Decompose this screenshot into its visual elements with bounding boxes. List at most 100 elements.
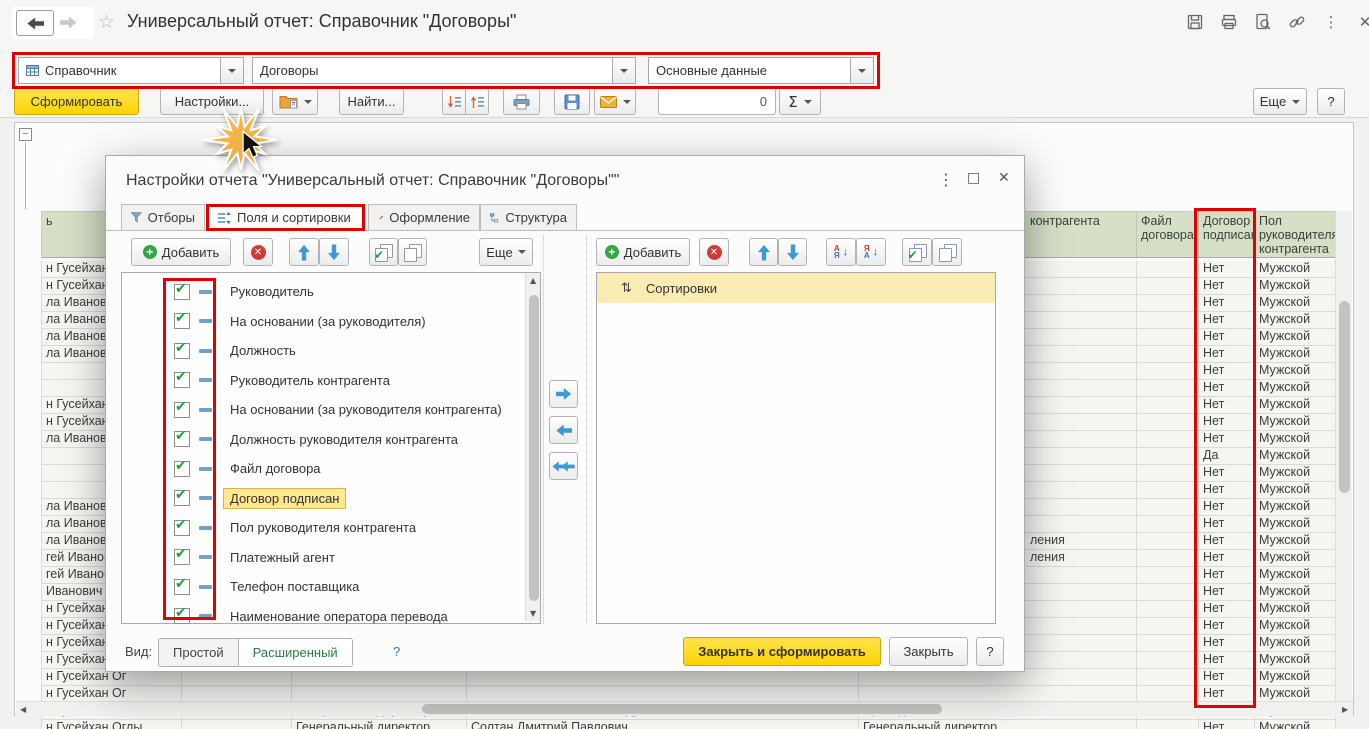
- more-button[interactable]: Еще: [1253, 88, 1307, 115]
- report-variants-button[interactable]: [272, 88, 318, 115]
- field-item[interactable]: ✔Телефон поставщика: [122, 572, 540, 602]
- delete-field-button[interactable]: ✕: [243, 238, 273, 266]
- fields-scrollbar[interactable]: ▲ ▼: [525, 273, 540, 621]
- move-from-sorting-button[interactable]: [549, 416, 578, 444]
- uncheck-all-fields-button[interactable]: [398, 238, 427, 266]
- fields-more-button[interactable]: Еще: [479, 238, 533, 266]
- section-combo[interactable]: Основные данные: [648, 57, 874, 84]
- dialog-maximize-icon[interactable]: □: [967, 170, 980, 186]
- print-button[interactable]: [503, 88, 540, 115]
- close-window-icon[interactable]: ✕: [1354, 12, 1369, 32]
- section-dropdown-button[interactable]: [851, 57, 874, 84]
- field-item[interactable]: ✔На основании (за руководителя): [122, 307, 540, 337]
- counter-field[interactable]: 0: [658, 88, 776, 115]
- more-dots-icon[interactable]: ⋮: [1320, 12, 1342, 32]
- view-simple-button[interactable]: Простой: [159, 639, 239, 666]
- dialog-help-button[interactable]: ?: [976, 637, 1004, 666]
- checkbox-checked-icon[interactable]: ✔: [174, 343, 190, 359]
- find-button[interactable]: Найти...: [339, 88, 404, 115]
- close-and-generate-button[interactable]: Закрыть и сформировать: [683, 637, 881, 666]
- collapse-group-button[interactable]: −: [19, 128, 32, 141]
- move-field-up-button[interactable]: [289, 238, 319, 266]
- tab-filters[interactable]: Отборы: [121, 204, 205, 231]
- add-sorting-button[interactable]: + Добавить: [596, 238, 690, 266]
- page-title: Универсальный отчет: Справочник "Договор…: [127, 11, 516, 32]
- horizontal-scrollbar-thumb[interactable]: [422, 704, 942, 714]
- view-advanced-button[interactable]: Расширенный: [239, 639, 352, 666]
- fields-scrollbar-thumb[interactable]: [529, 295, 539, 601]
- check-all-fields-button[interactable]: ✔: [369, 238, 398, 266]
- check-all-sortings-button[interactable]: ✔: [902, 238, 932, 266]
- sort-ascending-button[interactable]: [465, 88, 489, 115]
- add-field-button[interactable]: + Добавить: [131, 238, 231, 266]
- checkbox-checked-icon[interactable]: ✔: [174, 431, 190, 447]
- field-item[interactable]: ✔Пол руководителя контрагента: [122, 513, 540, 543]
- sort-descending-za-button[interactable]: Я А ↓: [856, 238, 886, 266]
- scroll-left-arrow-icon[interactable]: ◀: [20, 706, 26, 714]
- checkbox-checked-icon[interactable]: ✔: [174, 402, 190, 418]
- checkbox-checked-icon[interactable]: ✔: [174, 579, 190, 595]
- move-sorting-up-button[interactable]: [749, 238, 778, 266]
- checkbox-checked-icon[interactable]: ✔: [174, 520, 190, 536]
- generate-button[interactable]: Сформировать: [14, 88, 139, 115]
- data-kind-value[interactable]: Справочник: [18, 57, 221, 84]
- favorite-star-icon[interactable]: ☆: [98, 11, 115, 33]
- object-value[interactable]: Договоры: [252, 57, 613, 84]
- checkbox-checked-icon[interactable]: ✔: [174, 549, 190, 565]
- field-item[interactable]: ✔Наименование оператора перевода: [122, 602, 540, 632]
- save-icon[interactable]: [1184, 12, 1206, 32]
- data-kind-dropdown-button[interactable]: [221, 57, 244, 84]
- data-kind-combo[interactable]: Справочник: [18, 57, 244, 84]
- checkbox-checked-icon[interactable]: ✔: [174, 372, 190, 388]
- tab-fields-and-sorting[interactable]: Поля и сортировки: [206, 204, 365, 231]
- checkbox-checked-icon[interactable]: ✔: [174, 608, 190, 624]
- preview-icon[interactable]: [1252, 12, 1274, 32]
- send-mail-button[interactable]: [594, 88, 636, 115]
- move-all-from-sorting-button[interactable]: [549, 452, 578, 480]
- field-item[interactable]: ✔Должность: [122, 336, 540, 366]
- field-item[interactable]: ✔Должность руководителя контрагента: [122, 425, 540, 455]
- tab-structure[interactable]: Структура: [480, 204, 577, 231]
- back-button[interactable]: [16, 10, 54, 36]
- dialog-more-icon[interactable]: ⋮: [938, 170, 954, 189]
- horizontal-scrollbar[interactable]: ◀ ▶: [16, 701, 1353, 716]
- field-item[interactable]: ✔Файл договора: [122, 454, 540, 484]
- delete-sorting-button[interactable]: ✕: [699, 238, 729, 266]
- field-item[interactable]: ✔Платежный агент: [122, 543, 540, 573]
- tab-appearance[interactable]: Оформление: [368, 204, 480, 231]
- checkbox-checked-icon[interactable]: ✔: [174, 461, 190, 477]
- vertical-scrollbar[interactable]: ▼: [1335, 211, 1352, 715]
- section-value[interactable]: Основные данные: [648, 57, 851, 84]
- scroll-down-arrow-icon[interactable]: ▼: [530, 610, 536, 618]
- close-button[interactable]: Закрыть: [889, 637, 968, 666]
- vertical-scrollbar-thumb[interactable]: [1339, 301, 1350, 493]
- scroll-up-arrow-icon[interactable]: ▲: [530, 277, 536, 285]
- sort-ascending-az-button[interactable]: А Я ↓: [826, 238, 856, 266]
- field-item[interactable]: ✔Руководитель контрагента: [122, 366, 540, 396]
- table-row[interactable]: н Гусейхан ОглыГенеральный директорСолта…: [42, 720, 1336, 729]
- settings-button[interactable]: Настройки...: [160, 88, 264, 115]
- field-item[interactable]: ✔На основании (за руководителя контраген…: [122, 395, 540, 425]
- checkbox-checked-icon[interactable]: ✔: [174, 313, 190, 329]
- field-item[interactable]: ✔Руководитель: [122, 277, 540, 307]
- scroll-right-arrow-icon[interactable]: ▶: [1342, 706, 1348, 714]
- checkbox-checked-icon[interactable]: ✔: [174, 490, 190, 506]
- view-help-link[interactable]: ?: [393, 644, 400, 659]
- link-icon[interactable]: [1286, 12, 1308, 32]
- object-combo[interactable]: Договоры: [252, 57, 636, 84]
- object-dropdown-button[interactable]: [613, 57, 636, 84]
- field-item[interactable]: ✔Договор подписан: [122, 484, 540, 514]
- sum-button[interactable]: Σ: [779, 88, 821, 115]
- help-button[interactable]: ?: [1317, 88, 1345, 115]
- move-field-down-button[interactable]: [319, 238, 349, 266]
- move-sorting-down-button[interactable]: [778, 238, 807, 266]
- checkbox-checked-icon[interactable]: ✔: [174, 284, 190, 300]
- forward-button[interactable]: [60, 16, 77, 32]
- sortings-root-row[interactable]: ⇅ Сортировки: [597, 273, 995, 303]
- sort-descending-button[interactable]: [442, 88, 466, 115]
- save-report-button[interactable]: [554, 88, 590, 115]
- print-icon[interactable]: [1218, 12, 1240, 32]
- dialog-close-icon[interactable]: ✕: [998, 170, 1010, 186]
- uncheck-all-sortings-button[interactable]: [932, 238, 962, 266]
- move-to-sorting-button[interactable]: [549, 380, 578, 408]
